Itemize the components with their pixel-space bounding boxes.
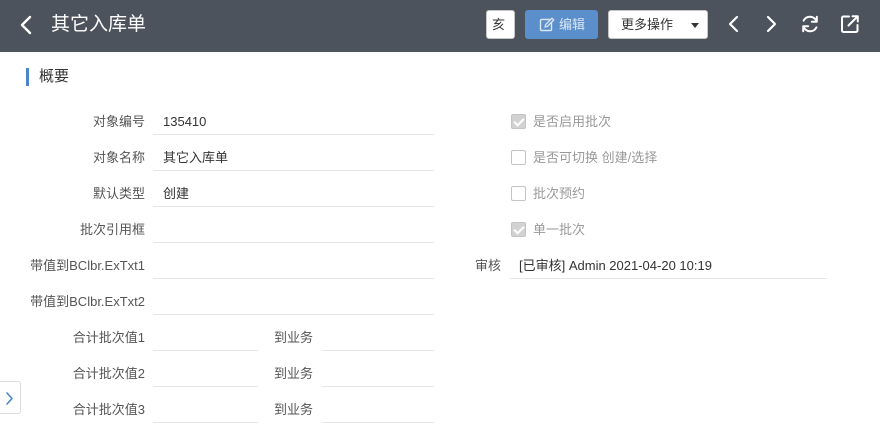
audit-label: 审核 [474, 258, 501, 273]
object-name-label: 对象名称 [92, 150, 145, 165]
sum3-input-underline[interactable] [153, 422, 258, 423]
edit-button-label: 编辑 [559, 17, 586, 32]
batch-reserve-checkbox[interactable] [511, 186, 526, 201]
sum2-to-label: 到业务 [273, 366, 313, 381]
back-icon[interactable] [14, 12, 40, 38]
share-icon[interactable] [838, 12, 862, 36]
bc-txt1-underline [153, 278, 434, 279]
more-actions-label: 更多操作 [621, 17, 674, 32]
object-no-value: 135410 [163, 114, 207, 129]
default-type-label: 默认类型 [92, 186, 145, 201]
single-batch-checkbox[interactable] [511, 222, 526, 237]
refresh-icon[interactable] [798, 12, 822, 36]
sum1-to-underline[interactable] [322, 350, 434, 351]
sum1-input-underline[interactable] [153, 350, 258, 351]
object-no-underline [153, 134, 434, 135]
bc-txt2-label: 带值到BClbr.ExTxt2 [30, 294, 145, 309]
sum3-to-label: 到业务 [273, 402, 313, 417]
top-bar: 其它入库单 亥 编辑 更多操作 [0, 0, 880, 52]
more-actions-button[interactable]: 更多操作 [608, 10, 708, 39]
sum2-to-underline[interactable] [322, 386, 434, 387]
sum1-label: 合计批次值1 [72, 330, 145, 345]
batch-ref-underline [153, 242, 434, 243]
sum3-label: 合计批次值3 [72, 402, 145, 417]
prev-icon[interactable] [722, 12, 746, 36]
object-name-value: 其它入库单 [163, 150, 229, 165]
chevron-right-icon [6, 392, 13, 405]
sum3-to-underline[interactable] [322, 422, 434, 423]
batch-ref-label: 批次引用框 [79, 222, 145, 237]
sum2-label: 合计批次值2 [72, 366, 145, 381]
partial-button[interactable]: 亥 [486, 10, 515, 39]
audit-underline [510, 278, 827, 279]
switchable-label: 是否可切换 创建/选择 [533, 150, 658, 165]
edit-button[interactable]: 编辑 [525, 10, 598, 39]
batch-reserve-label: 批次预约 [533, 186, 586, 201]
object-no-label: 对象编号 [92, 114, 145, 129]
section-title: 概要 [26, 68, 69, 86]
caret-down-icon [691, 23, 699, 28]
sum1-to-label: 到业务 [273, 330, 313, 345]
sum2-input-underline[interactable] [153, 386, 258, 387]
enable-batch-checkbox[interactable] [511, 114, 526, 129]
bc-txt2-underline [153, 314, 434, 315]
enable-batch-label: 是否启用批次 [533, 114, 612, 129]
page-title: 其它入库单 [51, 14, 147, 35]
next-icon[interactable] [759, 12, 783, 36]
switchable-checkbox[interactable] [511, 150, 526, 165]
audit-value: [已审核] Admin 2021-04-20 10:19 [519, 258, 712, 273]
sidebar-expand-handle[interactable] [0, 381, 21, 414]
default-type-underline [153, 206, 434, 207]
single-batch-label: 单一批次 [533, 222, 586, 237]
edit-icon [539, 17, 555, 32]
default-type-value: 创建 [163, 186, 190, 201]
bc-txt1-label: 带值到BClbr.ExTxt1 [30, 258, 145, 273]
object-name-underline [153, 170, 434, 171]
